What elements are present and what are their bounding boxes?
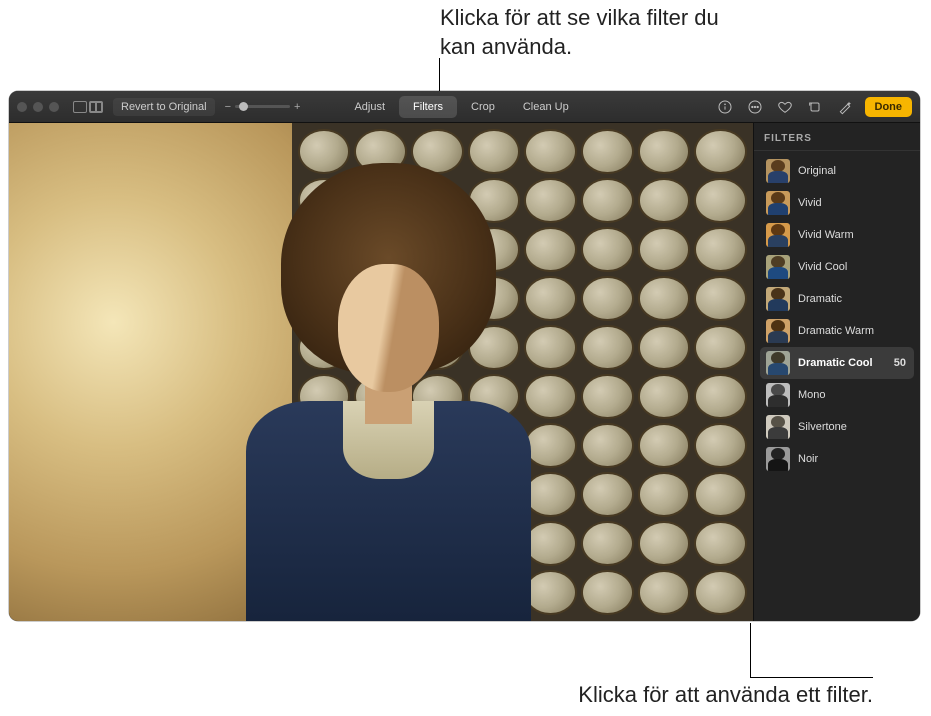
filter-original[interactable]: Original: [760, 155, 914, 187]
callout-top: Klicka för att se vilka filter du kan an…: [440, 4, 740, 61]
filter-thumb: [766, 287, 790, 311]
photo-preview: [9, 123, 753, 621]
toolbar: Revert to Original − + AdjustFiltersCrop…: [9, 91, 920, 123]
zoom-dot[interactable]: [49, 102, 59, 112]
minimize-dot[interactable]: [33, 102, 43, 112]
auto-enhance-icon[interactable]: [835, 97, 855, 117]
view-split-icon[interactable]: [89, 101, 103, 113]
zoom-in-icon[interactable]: +: [294, 101, 300, 113]
filter-thumb: [766, 255, 790, 279]
rotate-icon[interactable]: [805, 97, 825, 117]
more-icon[interactable]: [745, 97, 765, 117]
done-button[interactable]: Done: [865, 97, 913, 117]
tab-adjust[interactable]: Adjust: [340, 96, 399, 118]
filter-silvertone[interactable]: Silvertone: [760, 411, 914, 443]
filter-thumb: [766, 383, 790, 407]
filter-vivid[interactable]: Vivid: [760, 187, 914, 219]
filter-label: Vivid Warm: [798, 229, 908, 241]
view-toggle[interactable]: [73, 101, 103, 113]
zoom-out-icon[interactable]: −: [225, 101, 231, 113]
tab-filters[interactable]: Filters: [399, 96, 457, 118]
favorite-icon[interactable]: [775, 97, 795, 117]
filter-label: Noir: [798, 453, 908, 465]
filter-dramatic[interactable]: Dramatic: [760, 283, 914, 315]
tab-crop[interactable]: Crop: [457, 96, 509, 118]
filter-thumb: [766, 351, 790, 375]
filter-list: Original Vivid Vivid Warm Vivid Cool Dramati…: [754, 151, 920, 479]
filter-thumb: [766, 191, 790, 215]
filter-mono[interactable]: Mono: [760, 379, 914, 411]
filter-label: Mono: [798, 389, 908, 401]
filter-label: Vivid Cool: [798, 261, 908, 273]
callout-bottom: Klicka för att använda ett filter.: [578, 681, 873, 710]
filter-thumb: [766, 415, 790, 439]
filter-thumb: [766, 319, 790, 343]
tab-clean-up[interactable]: Clean Up: [509, 96, 583, 118]
filter-label: Dramatic Warm: [798, 325, 908, 337]
window-controls[interactable]: [17, 102, 59, 112]
edit-mode-tabs: AdjustFiltersCropClean Up: [340, 96, 582, 118]
filter-dramatic-cool[interactable]: Dramatic Cool 50: [760, 347, 914, 379]
zoom-slider[interactable]: − +: [225, 101, 301, 113]
filter-label: Vivid: [798, 197, 908, 209]
filter-dramatic-warm[interactable]: Dramatic Warm: [760, 315, 914, 347]
filter-thumb: [766, 447, 790, 471]
panel-title: FILTERS: [754, 123, 920, 151]
photo-canvas[interactable]: [9, 123, 753, 621]
filter-vivid-warm[interactable]: Vivid Warm: [760, 219, 914, 251]
callout-line: [750, 677, 873, 678]
filter-label: Silvertone: [798, 421, 908, 433]
filter-vivid-cool[interactable]: Vivid Cool: [760, 251, 914, 283]
info-icon[interactable]: [715, 97, 735, 117]
filter-label: Dramatic: [798, 293, 908, 305]
content-area: FILTERS Original Vivid Vivid Warm Vivid Coo…: [9, 123, 920, 621]
photos-edit-window: Revert to Original − + AdjustFiltersCrop…: [9, 91, 920, 621]
filter-label: Original: [798, 165, 908, 177]
filter-thumb: [766, 159, 790, 183]
close-dot[interactable]: [17, 102, 27, 112]
view-single-icon[interactable]: [73, 101, 87, 113]
callout-line: [750, 623, 751, 678]
revert-button[interactable]: Revert to Original: [113, 98, 215, 116]
filters-panel: FILTERS Original Vivid Vivid Warm Vivid Coo…: [753, 123, 920, 621]
callout-line: [439, 58, 440, 91]
filter-label: Dramatic Cool: [798, 357, 886, 369]
filter-intensity-value: 50: [894, 357, 908, 369]
filter-noir[interactable]: Noir: [760, 443, 914, 475]
filter-thumb: [766, 223, 790, 247]
